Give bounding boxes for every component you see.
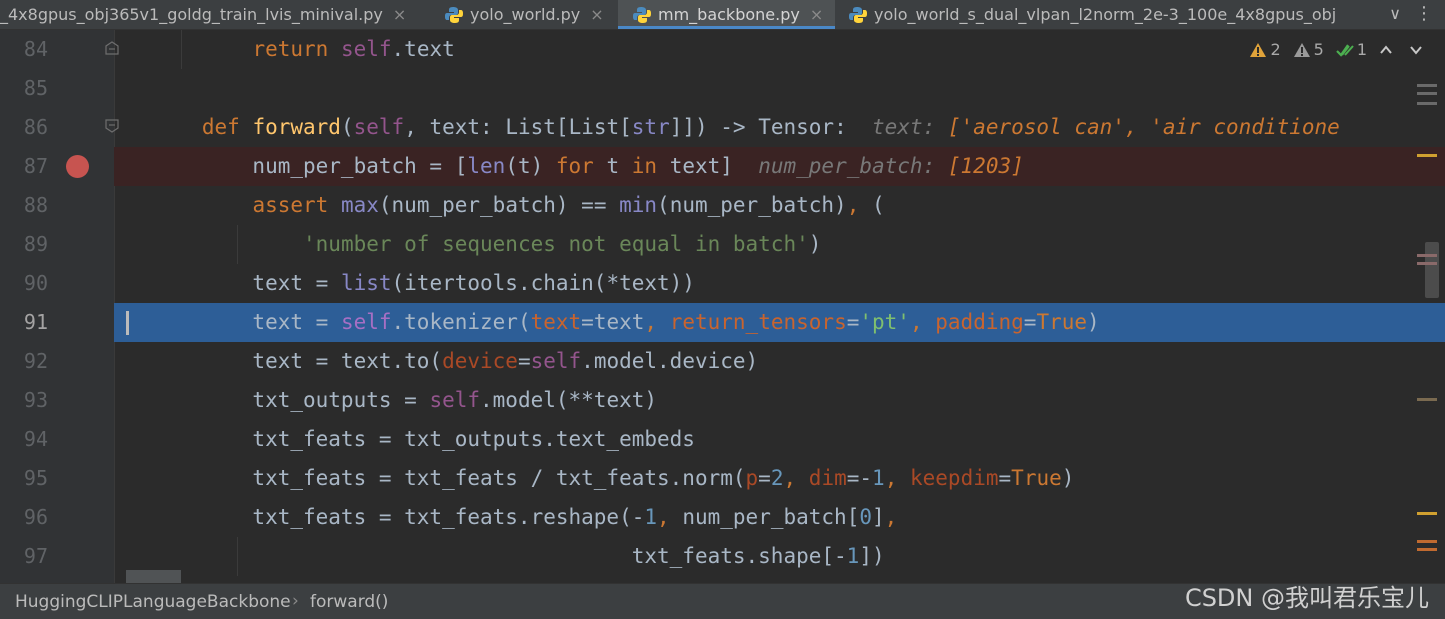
weak-warnings-count: 5 bbox=[1313, 40, 1324, 59]
current-execution-line[interactable]: 91 text = self.tokenizer(text=text, retu… bbox=[0, 303, 1445, 342]
tab-mm-backbone[interactable]: mm_backbone.py × bbox=[618, 0, 835, 29]
code-line[interactable]: 85 bbox=[0, 69, 1445, 108]
code-line[interactable]: 92 text = text.to(device=self.model.devi… bbox=[0, 342, 1445, 381]
code-line[interactable]: 90 text = list(itertools.chain(*text)) bbox=[0, 264, 1445, 303]
double-check-icon bbox=[1336, 43, 1354, 57]
code-text: txt_feats.shape[-1]) bbox=[126, 544, 885, 568]
chevron-up-icon[interactable] bbox=[1379, 43, 1393, 57]
tab-label: _4x8gpus_obj365v1_goldg_train_lvis_miniv… bbox=[0, 5, 383, 24]
indent-guide bbox=[181, 30, 182, 69]
error-stripe-marker[interactable] bbox=[1417, 92, 1437, 95]
editor-tab-bar: _4x8gpus_obj365v1_goldg_train_lvis_miniv… bbox=[0, 0, 1445, 30]
line-number: 91 bbox=[23, 310, 48, 334]
code-line[interactable]: 86 def forward(self, text: List[List[str… bbox=[0, 108, 1445, 147]
code-text: 'number of sequences not equal in batch'… bbox=[303, 232, 822, 256]
inline-debug-hint-label: num_per_batch: bbox=[758, 154, 936, 178]
warnings-count: 2 bbox=[1270, 40, 1281, 59]
error-stripe-marker[interactable] bbox=[1417, 254, 1437, 257]
close-icon[interactable]: × bbox=[590, 5, 603, 24]
code-text: num_per_batch = [len(t) for t in text] n… bbox=[126, 154, 1024, 178]
error-stripe-marker[interactable] bbox=[1417, 262, 1437, 265]
python-file-icon bbox=[633, 6, 651, 23]
chevron-down-icon[interactable]: ∨ bbox=[1389, 4, 1401, 23]
code-text: txt_feats = txt_outputs.text_embeds bbox=[126, 427, 695, 451]
code-text: txt_feats = txt_feats / txt_feats.norm(p… bbox=[126, 466, 1075, 490]
code-line[interactable]: 88 assert max(num_per_batch) == min(num_… bbox=[0, 186, 1445, 225]
line-number: 92 bbox=[23, 349, 48, 373]
line-number: 97 bbox=[23, 544, 48, 568]
tab-label: yolo_world.py bbox=[470, 5, 581, 24]
line-number: 84 bbox=[23, 37, 48, 61]
fold-start-icon[interactable] bbox=[105, 119, 119, 133]
code-line[interactable]: 84 return self.text bbox=[0, 30, 1445, 69]
tab-obj365-config[interactable]: _4x8gpus_obj365v1_goldg_train_lvis_miniv… bbox=[0, 0, 436, 29]
warning-icon bbox=[1250, 42, 1267, 57]
code-text: txt_feats = txt_feats.reshape(-1, num_pe… bbox=[126, 505, 898, 529]
code-line[interactable]: 89 'number of sequences not equal in bat… bbox=[0, 225, 1445, 264]
weak-warnings-indicator[interactable]: 5 bbox=[1293, 40, 1324, 59]
inline-debug-hint-label: text: bbox=[872, 115, 936, 139]
code-text: assert max(num_per_batch) == min(num_per… bbox=[252, 193, 885, 217]
watermark: CSDN @我叫君乐宝儿 bbox=[1184, 584, 1429, 612]
error-stripe-marker[interactable] bbox=[1417, 84, 1437, 87]
inspection-widget[interactable]: 2 5 1 bbox=[1249, 40, 1423, 59]
line-number: 89 bbox=[23, 232, 48, 256]
typos-count: 1 bbox=[1356, 40, 1367, 59]
code-line[interactable]: 95 txt_feats = txt_feats / txt_feats.nor… bbox=[0, 459, 1445, 498]
tab-label: mm_backbone.py bbox=[658, 5, 800, 24]
line-number: 86 bbox=[23, 115, 48, 139]
code-line[interactable]: 93 txt_outputs = self.model(**text) bbox=[0, 381, 1445, 420]
line-number: 87 bbox=[23, 154, 48, 178]
code-line[interactable]: 96 txt_feats = txt_feats.reshape(-1, num… bbox=[0, 498, 1445, 537]
line-number: 93 bbox=[23, 388, 48, 412]
fold-end-icon[interactable] bbox=[105, 41, 119, 55]
line-number: 85 bbox=[23, 76, 48, 100]
inline-debug-hint-value: [1203] bbox=[947, 154, 1024, 178]
error-stripe-marker[interactable] bbox=[1417, 102, 1437, 105]
breadcrumb-separator: › bbox=[292, 591, 299, 611]
horizontal-scrollbar-thumb[interactable] bbox=[126, 570, 181, 583]
breadcrumb-class[interactable]: HuggingCLIPLanguageBackbone bbox=[15, 592, 291, 612]
code-text: text = list(itertools.chain(*text)) bbox=[126, 271, 695, 295]
breadcrumb-bar: HuggingCLIPLanguageBackbone › forward() … bbox=[0, 583, 1445, 619]
error-stripe-marker[interactable] bbox=[1417, 398, 1437, 401]
code-editor[interactable]: 84 return self.text 85 86 def forward(se… bbox=[0, 30, 1445, 583]
code-text: def forward(self, text: List[List[str]])… bbox=[201, 115, 1340, 139]
breakpoint-icon[interactable] bbox=[66, 155, 89, 178]
tab-yolo-world[interactable]: yolo_world.py × bbox=[444, 0, 616, 29]
code-text: text = self.tokenizer(text=text, return_… bbox=[126, 310, 1100, 334]
line-number: 96 bbox=[23, 505, 48, 529]
line-number: 94 bbox=[23, 427, 48, 451]
line-number: 95 bbox=[23, 466, 48, 490]
error-stripe-marker[interactable] bbox=[1417, 154, 1437, 157]
code-line[interactable]: 97 txt_feats.shape[-1]) bbox=[0, 537, 1445, 576]
line-number: 88 bbox=[23, 193, 48, 217]
tab-label: yolo_world_s_dual_vlpan_l2norm_2e-3_100e… bbox=[874, 5, 1337, 24]
code-text: return self.text bbox=[252, 37, 455, 61]
breakpoint-line[interactable]: 87 num_per_batch = [len(t) for t in text… bbox=[0, 147, 1445, 186]
vertical-scrollbar-thumb[interactable] bbox=[1425, 242, 1439, 298]
python-file-icon bbox=[445, 6, 463, 23]
chevron-down-icon[interactable] bbox=[1409, 43, 1423, 57]
typos-indicator[interactable]: 1 bbox=[1336, 40, 1367, 59]
breadcrumb-method[interactable]: forward() bbox=[310, 592, 388, 612]
code-text: text = text.to(device=self.model.device) bbox=[126, 349, 759, 373]
warnings-indicator[interactable]: 2 bbox=[1249, 40, 1281, 59]
error-stripe-marker[interactable] bbox=[1417, 540, 1437, 543]
close-icon[interactable]: × bbox=[810, 5, 823, 24]
close-icon[interactable]: × bbox=[393, 5, 406, 24]
error-stripe-marker[interactable] bbox=[1417, 512, 1437, 515]
weak-warning-icon bbox=[1293, 42, 1310, 57]
tab-yolo-world-s-config[interactable]: yolo_world_s_dual_vlpan_l2norm_2e-3_100e… bbox=[848, 0, 1353, 29]
inline-debug-hint-value: ['aerosol can', 'air conditione bbox=[947, 115, 1340, 139]
error-stripe-marker[interactable] bbox=[1417, 548, 1437, 551]
python-file-icon bbox=[849, 6, 867, 23]
code-text: txt_outputs = self.model(**text) bbox=[126, 388, 658, 412]
code-line[interactable]: 94 txt_feats = txt_outputs.text_embeds bbox=[0, 420, 1445, 459]
line-number: 90 bbox=[23, 271, 48, 295]
more-vertical-icon[interactable]: ⋮ bbox=[1415, 3, 1433, 24]
